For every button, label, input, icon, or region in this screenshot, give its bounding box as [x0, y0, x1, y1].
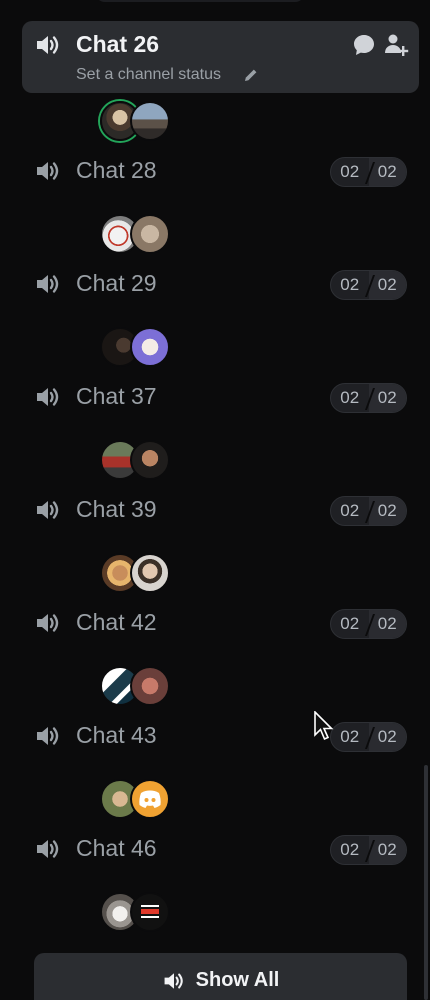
user-limit-badge: 02 02 [330, 609, 407, 639]
chat-bubble-icon[interactable] [352, 33, 376, 57]
user-count: 02 [331, 384, 369, 412]
channel-members [100, 666, 180, 706]
speaker-icon [37, 727, 59, 745]
show-all-label: Show All [195, 969, 280, 991]
channel-name: Chat 26 [76, 31, 160, 57]
speaker-icon [37, 614, 59, 632]
user-limit-badge: 02 02 [330, 835, 407, 865]
channel-members [100, 779, 180, 819]
user-count: 02 [331, 158, 369, 186]
design-five-studio-logo [141, 905, 159, 918]
channel-members [100, 553, 180, 593]
channel-name: Chat 28 [76, 157, 157, 183]
channel-name: Chat 42 [76, 609, 157, 635]
channel-name: Chat 46 [76, 835, 157, 861]
avatar[interactable] [130, 892, 170, 932]
pencil-icon[interactable] [243, 67, 259, 83]
voice-channel-chat-42[interactable]: Chat 42 02 02 [22, 599, 419, 671]
speaker-icon [37, 162, 59, 180]
voice-channel-chat-43[interactable]: Chat 43 02 02 [22, 712, 419, 784]
speaker-icon [37, 388, 59, 406]
avatar[interactable] [130, 327, 170, 367]
channel-members [100, 214, 180, 254]
speaker-icon [37, 501, 59, 519]
user-count: 02 [331, 723, 369, 751]
speaker-icon [37, 275, 59, 293]
user-limit-badge: 02 02 [330, 270, 407, 300]
channel-members [100, 440, 180, 480]
avatar[interactable] [130, 440, 170, 480]
avatar[interactable] [130, 666, 170, 706]
user-limit-badge: 02 02 [330, 383, 407, 413]
mouse-pointer-icon [314, 711, 334, 741]
user-limit-badge: 02 02 [330, 157, 407, 187]
user-count: 02 [331, 836, 369, 864]
avatar[interactable] [130, 214, 170, 254]
channel-name: Chat 29 [76, 270, 157, 296]
voice-channel-chat-37[interactable]: Chat 37 02 02 [22, 373, 419, 445]
voice-channel-chat-39[interactable]: Chat 39 02 02 [22, 486, 419, 558]
channel-members [100, 892, 180, 932]
voice-channel-chat-28[interactable]: Chat 28 02 02 [22, 147, 419, 219]
voice-channel-chat-29[interactable]: Chat 29 02 02 [22, 260, 419, 332]
channel-name: Chat 43 [76, 722, 157, 748]
voice-channel-list: Chat 26 Set a channel status Chat 28 02 … [0, 0, 430, 1000]
channel-members [100, 101, 180, 141]
scrollbar[interactable] [424, 765, 428, 1000]
user-count: 02 [331, 610, 369, 638]
show-all-button[interactable]: Show All [34, 953, 407, 1000]
voice-channel-chat-26[interactable]: Chat 26 Set a channel status [22, 21, 419, 93]
channel-name: Chat 39 [76, 496, 157, 522]
user-count: 02 [331, 497, 369, 525]
voice-channel-chat-46[interactable]: Chat 46 02 02 [22, 825, 419, 897]
discord-logo-icon [139, 790, 161, 808]
avatar[interactable] [130, 101, 170, 141]
user-limit-badge: 02 02 [330, 722, 407, 752]
channel-status-prompt[interactable]: Set a channel status [76, 66, 221, 84]
speaker-icon [37, 36, 59, 54]
speaker-icon [164, 973, 183, 989]
channel-members [100, 327, 180, 367]
avatar[interactable] [130, 779, 170, 819]
user-limit-badge: 02 02 [330, 496, 407, 526]
speaker-icon [37, 840, 59, 858]
avatar[interactable] [130, 553, 170, 593]
add-user-icon[interactable] [383, 32, 409, 58]
user-count: 02 [331, 271, 369, 299]
channel-name: Chat 37 [76, 383, 157, 409]
partial-channel-row [95, 0, 305, 2]
